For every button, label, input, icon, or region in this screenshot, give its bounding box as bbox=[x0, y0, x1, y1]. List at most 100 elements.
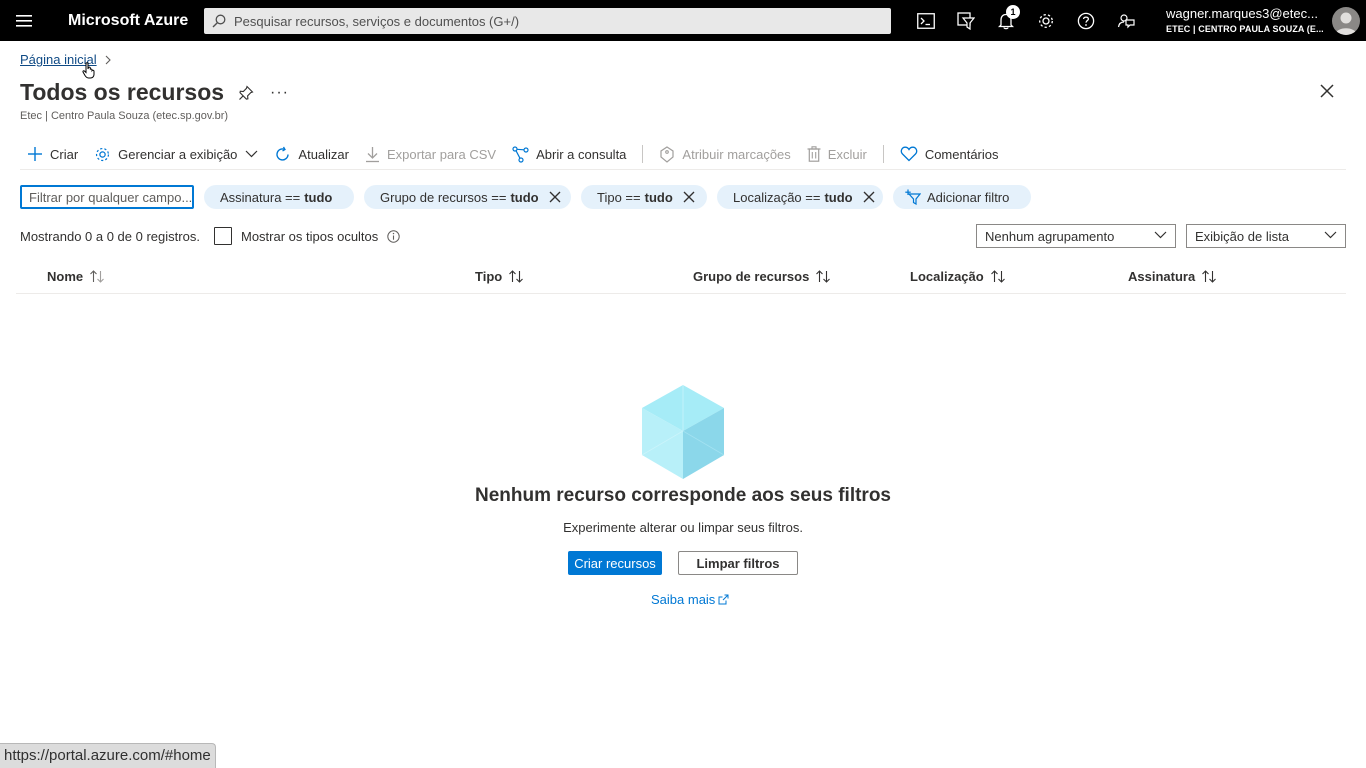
info-icon[interactable] bbox=[387, 229, 400, 243]
view-value: Exibição de lista bbox=[1195, 228, 1289, 244]
filter-pill-type[interactable]: Tipo == tudo bbox=[581, 185, 707, 209]
filter-resource-group-value: tudo bbox=[510, 189, 539, 205]
refresh-button[interactable]: Atualizar bbox=[274, 141, 349, 167]
open-query-button[interactable]: Abrir a consulta bbox=[512, 141, 626, 167]
global-search-input[interactable] bbox=[234, 13, 874, 29]
clear-filters-button[interactable]: Limpar filtros bbox=[678, 551, 798, 575]
column-header-subscription[interactable]: Assinatura bbox=[1128, 269, 1217, 284]
filter-pill-resource-group[interactable]: Grupo de recursos == tudo bbox=[364, 185, 571, 209]
assign-tags-label: Atribuir marcações bbox=[682, 146, 791, 162]
sort-icon bbox=[508, 270, 524, 283]
help-icon[interactable] bbox=[1073, 8, 1099, 34]
grouping-value: Nenhum agrupamento bbox=[985, 228, 1115, 244]
query-graph-icon bbox=[512, 145, 529, 163]
portal-brand[interactable]: Microsoft Azure bbox=[68, 12, 188, 30]
column-header-name[interactable]: Nome bbox=[47, 269, 105, 284]
menu-icon[interactable] bbox=[10, 9, 38, 33]
settings-gear-icon[interactable] bbox=[1033, 8, 1059, 34]
add-filter-icon bbox=[905, 189, 921, 205]
column-header-label: Tipo bbox=[475, 269, 503, 284]
refresh-icon bbox=[274, 146, 291, 163]
delete-button[interactable]: Excluir bbox=[807, 141, 867, 167]
tag-icon bbox=[659, 145, 675, 163]
column-header-type[interactable]: Tipo bbox=[475, 269, 524, 284]
create-button[interactable]: Criar bbox=[27, 141, 78, 167]
toolbar-divider bbox=[882, 145, 884, 163]
column-header-location[interactable]: Localização bbox=[910, 269, 1006, 284]
show-hidden-types: Mostrar os tipos ocultos bbox=[214, 227, 400, 245]
view-dropdown[interactable]: Exibição de lista bbox=[1186, 224, 1346, 248]
filter-resource-group-label: Grupo de recursos == bbox=[380, 189, 507, 205]
column-header-resource-group[interactable]: Grupo de recursos bbox=[693, 269, 831, 284]
feedback-button[interactable]: Comentários bbox=[900, 141, 999, 167]
close-icon[interactable] bbox=[683, 191, 695, 203]
directory-filter-icon[interactable] bbox=[953, 8, 979, 34]
learn-more-label: Saiba mais bbox=[651, 592, 716, 607]
table-header: Nome Tipo Grupo de recursos Localização … bbox=[16, 262, 1346, 294]
sort-icon bbox=[990, 270, 1006, 283]
global-search[interactable] bbox=[204, 8, 891, 34]
breadcrumb: Página inicial bbox=[20, 52, 111, 67]
chevron-right-icon bbox=[105, 55, 111, 65]
open-query-label: Abrir a consulta bbox=[536, 146, 627, 162]
chevron-down-icon bbox=[245, 150, 258, 158]
more-options-icon[interactable]: ··· bbox=[270, 84, 289, 102]
page-subtitle: Etec | Centro Paula Souza (etec.sp.gov.b… bbox=[20, 110, 229, 122]
create-label: Criar bbox=[50, 146, 79, 162]
filter-type-value: tudo bbox=[644, 189, 673, 205]
filter-pill-subscription[interactable]: Assinatura == tudo bbox=[204, 185, 354, 209]
filter-location-value: tudo bbox=[824, 189, 853, 205]
manage-view-label: Gerenciar a exibição bbox=[118, 146, 238, 162]
heart-icon bbox=[900, 146, 918, 162]
grouping-dropdown[interactable]: Nenhum agrupamento bbox=[976, 224, 1176, 248]
close-icon[interactable] bbox=[863, 191, 875, 203]
show-hidden-types-checkbox[interactable] bbox=[214, 227, 232, 245]
external-link-icon bbox=[718, 594, 729, 605]
manage-view-button[interactable]: Gerenciar a exibição bbox=[94, 141, 258, 167]
chevron-down-icon bbox=[1154, 231, 1167, 239]
plus-icon bbox=[27, 146, 43, 162]
close-icon[interactable] bbox=[549, 191, 561, 203]
export-csv-label: Exportar para CSV bbox=[386, 146, 497, 162]
empty-state-cube-icon bbox=[641, 384, 725, 485]
feedback-label: Comentários bbox=[924, 146, 999, 162]
feedback-icon[interactable] bbox=[1113, 8, 1139, 34]
records-count: Mostrando 0 a 0 de 0 registros. bbox=[20, 229, 200, 244]
sort-icon bbox=[89, 270, 105, 283]
hand-cursor-icon bbox=[82, 62, 96, 84]
status-bar-url: https://portal.azure.com/#home bbox=[0, 743, 216, 768]
toolbar-divider bbox=[642, 145, 644, 163]
cloud-shell-icon[interactable] bbox=[913, 8, 939, 34]
close-icon[interactable] bbox=[1320, 84, 1334, 103]
export-csv-button[interactable]: Exportar para CSV bbox=[365, 141, 496, 167]
empty-state-subtitle: Experimente alterar ou limpar seus filtr… bbox=[563, 520, 803, 535]
account-menu[interactable]: wagner.marques3@etec... ETEC | CENTRO PA… bbox=[1166, 6, 1326, 34]
add-filter-label: Adicionar filtro bbox=[927, 189, 1010, 205]
filter-input[interactable] bbox=[20, 185, 194, 209]
empty-state-title: Nenhum recurso corresponde aos seus filt… bbox=[474, 485, 891, 506]
avatar[interactable] bbox=[1332, 7, 1360, 35]
account-name: wagner.marques3@etec... bbox=[1166, 6, 1318, 21]
column-header-label: Grupo de recursos bbox=[693, 269, 810, 284]
notifications-icon[interactable]: 1 bbox=[993, 5, 1020, 34]
learn-more-link[interactable]: Saiba mais bbox=[651, 592, 729, 607]
sort-icon bbox=[1201, 270, 1217, 283]
pin-icon[interactable] bbox=[238, 85, 254, 106]
search-icon bbox=[212, 14, 226, 28]
assign-tags-button[interactable]: Atribuir marcações bbox=[659, 141, 791, 167]
trash-icon bbox=[807, 146, 821, 162]
delete-label: Excluir bbox=[827, 146, 867, 162]
page-title: Todos os recursos bbox=[20, 79, 225, 105]
add-filter-button[interactable]: Adicionar filtro bbox=[893, 185, 1031, 209]
notification-badge: 1 bbox=[1006, 5, 1020, 19]
sort-icon bbox=[815, 270, 831, 283]
download-icon bbox=[365, 146, 380, 163]
create-resources-button[interactable]: Criar recursos bbox=[568, 551, 662, 575]
gear-icon bbox=[94, 146, 111, 163]
column-header-label: Localização bbox=[910, 269, 984, 284]
show-hidden-types-label: Mostrar os tipos ocultos bbox=[241, 228, 379, 244]
filter-pill-location[interactable]: Localização == tudo bbox=[717, 185, 883, 209]
filter-type-label: Tipo == bbox=[597, 189, 641, 205]
filter-subscription-value: tudo bbox=[304, 189, 333, 205]
command-bar: Criar Gerenciar a exibição Atualizar Exp… bbox=[20, 139, 1346, 170]
